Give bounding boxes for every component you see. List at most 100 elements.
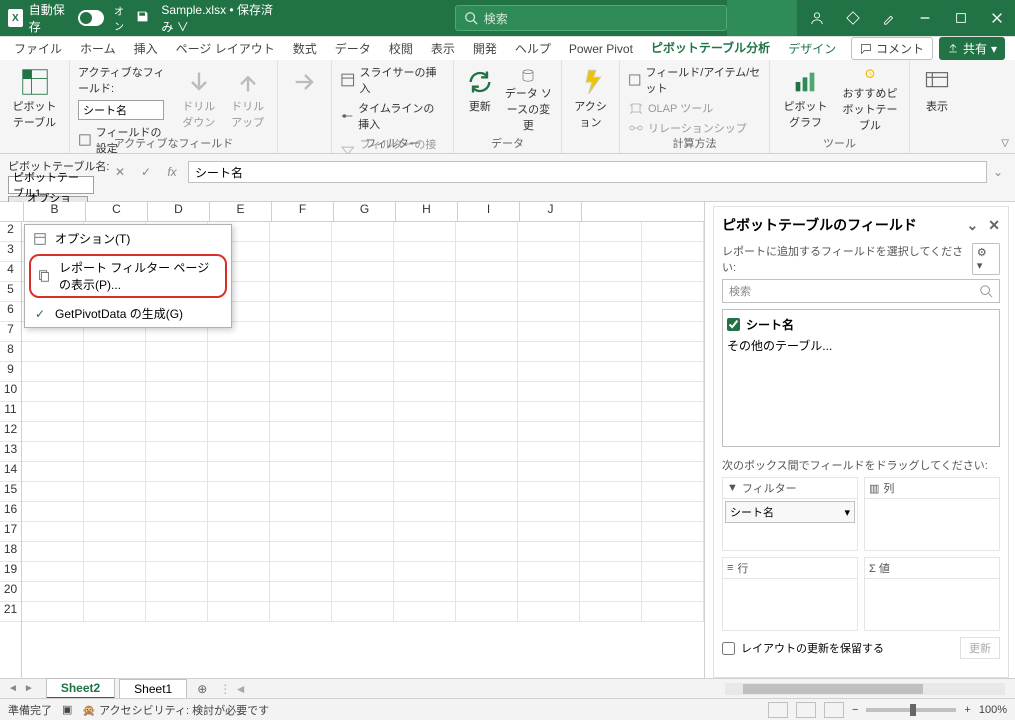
cell[interactable] [146, 562, 208, 582]
cell[interactable] [22, 502, 84, 522]
row-header[interactable]: 21 [0, 602, 21, 622]
cell[interactable] [642, 582, 704, 602]
cell[interactable] [642, 562, 704, 582]
cell[interactable] [332, 602, 394, 622]
cell[interactable] [208, 382, 270, 402]
fx-confirm-icon[interactable]: ✓ [136, 165, 156, 179]
cell[interactable] [394, 522, 456, 542]
menu-item-options[interactable]: オプション(T) [25, 225, 231, 252]
cell[interactable] [456, 542, 518, 562]
row-header[interactable]: 3 [0, 242, 21, 262]
cell[interactable] [580, 242, 642, 262]
new-sheet-button[interactable]: ⊕ [197, 682, 207, 696]
recommended-pivot-button[interactable]: おすすめピボットテーブル [839, 64, 901, 133]
row-header[interactable]: 8 [0, 342, 21, 362]
col-header[interactable]: F [272, 202, 334, 221]
other-tables-link[interactable]: その他のテーブル... [727, 335, 995, 356]
cell[interactable] [456, 502, 518, 522]
col-header[interactable]: C [86, 202, 148, 221]
menu-item-report-filter-pages[interactable]: レポート フィルター ページの表示(P)... [29, 254, 227, 298]
cell[interactable] [84, 542, 146, 562]
cell[interactable] [580, 602, 642, 622]
cell[interactable] [332, 542, 394, 562]
close-button[interactable] [979, 0, 1015, 36]
account-icon[interactable] [799, 0, 835, 36]
cell[interactable] [146, 582, 208, 602]
cell[interactable] [642, 382, 704, 402]
cell[interactable] [394, 442, 456, 462]
cell[interactable] [518, 242, 580, 262]
cell[interactable] [518, 382, 580, 402]
columns-area[interactable]: ▥列 [864, 477, 1000, 551]
action-button[interactable]: アクション [570, 64, 611, 151]
cell[interactable] [332, 382, 394, 402]
diamond-icon[interactable] [835, 0, 871, 36]
cell[interactable] [332, 422, 394, 442]
cell[interactable] [394, 222, 456, 242]
cell[interactable] [22, 462, 84, 482]
tab-insert[interactable]: 挿入 [130, 36, 162, 61]
cell[interactable] [146, 602, 208, 622]
cell[interactable] [456, 582, 518, 602]
cell[interactable] [642, 322, 704, 342]
formula-input[interactable]: シート名 [188, 161, 987, 183]
cell[interactable] [208, 442, 270, 462]
cell[interactable] [146, 342, 208, 362]
cell[interactable] [270, 262, 332, 282]
cell[interactable] [146, 402, 208, 422]
cell[interactable] [580, 542, 642, 562]
cell[interactable] [394, 482, 456, 502]
cell[interactable] [208, 362, 270, 382]
row-header[interactable]: 12 [0, 422, 21, 442]
cell[interactable] [270, 362, 332, 382]
cell[interactable] [270, 342, 332, 362]
cell[interactable] [270, 402, 332, 422]
cell[interactable] [518, 262, 580, 282]
rows-area[interactable]: ≡行 [722, 557, 858, 631]
cell[interactable] [642, 522, 704, 542]
col-header[interactable]: G [334, 202, 396, 221]
cell[interactable] [208, 482, 270, 502]
cell[interactable] [456, 362, 518, 382]
cell[interactable] [270, 582, 332, 602]
cell[interactable] [394, 382, 456, 402]
cell[interactable] [208, 582, 270, 602]
cell[interactable] [580, 362, 642, 382]
col-header[interactable]: I [458, 202, 520, 221]
ribbon-collapse-button[interactable]: ▽ [1001, 138, 1009, 149]
cell[interactable] [332, 502, 394, 522]
cell[interactable] [456, 482, 518, 502]
cell[interactable] [580, 302, 642, 322]
row-header[interactable]: 7 [0, 322, 21, 342]
sheet-tab-sheet1[interactable]: Sheet1 [119, 679, 187, 699]
cell[interactable] [642, 222, 704, 242]
cell[interactable] [84, 422, 146, 442]
cell[interactable] [394, 402, 456, 422]
cell[interactable] [580, 222, 642, 242]
cell[interactable] [332, 302, 394, 322]
cell[interactable] [84, 602, 146, 622]
cell[interactable] [580, 422, 642, 442]
cell[interactable] [332, 522, 394, 542]
cell[interactable] [22, 582, 84, 602]
cell[interactable] [270, 422, 332, 442]
tab-home[interactable]: ホーム [76, 36, 120, 61]
tab-design[interactable]: デザイン [784, 36, 840, 61]
cell[interactable] [270, 382, 332, 402]
horizontal-scrollbar[interactable] [725, 683, 1005, 695]
maximize-button[interactable] [943, 0, 979, 36]
cell[interactable] [456, 282, 518, 302]
cell[interactable] [642, 302, 704, 322]
cell[interactable] [394, 462, 456, 482]
view-normal-button[interactable] [768, 702, 788, 718]
cell[interactable] [518, 482, 580, 502]
values-area[interactable]: Σ 値 [864, 557, 1000, 631]
cell[interactable] [84, 522, 146, 542]
cell[interactable] [208, 562, 270, 582]
cell[interactable] [270, 242, 332, 262]
cell[interactable] [208, 342, 270, 362]
fx-icon[interactable]: fx [162, 165, 182, 179]
cell[interactable] [146, 542, 208, 562]
cell[interactable] [642, 262, 704, 282]
cell[interactable] [580, 462, 642, 482]
